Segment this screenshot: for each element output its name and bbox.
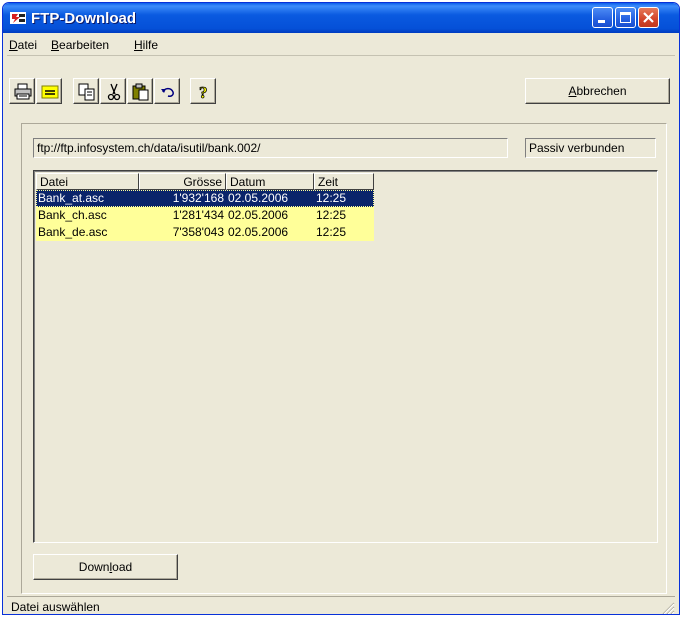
window-title: FTP-Download [31,10,136,27]
copy-button[interactable] [73,78,99,104]
maximize-icon [620,12,631,23]
note-button[interactable] [36,78,62,104]
download-button[interactable]: Download [33,554,178,580]
column-header-zeit[interactable]: Zeit [314,173,374,190]
menu-bar: Datei Bearbeiten Hilfe [7,35,675,56]
cell-file-size: 1'932'168 [172,191,224,205]
print-button[interactable] [9,78,35,104]
svg-text:?: ? [199,83,208,101]
connection-status-field: Passiv verbunden [525,138,656,158]
cell-file-name: Bank_ch.asc [38,208,107,222]
cell-file-name: Bank_de.asc [38,225,108,239]
title-bar[interactable]: FTP-Download [3,3,679,33]
status-text: Datei auswählen [11,600,100,614]
close-icon [643,12,654,23]
minimize-button[interactable] [592,7,613,28]
column-header-datum[interactable]: Datum [226,173,314,190]
column-header-datei[interactable]: Datei [36,173,139,190]
ftp-url-field: ftp://ftp.infosystem.ch/data/isutil/bank… [33,138,508,158]
ftp-download-window: FTP-Download Datei Bearbeiten Hilfe ? Ab… [2,2,680,615]
cell-file-date: 02.05.2006 [228,191,289,205]
table-row[interactable]: Bank_de.asc 7'358'043 02.05.2006 12:25 [36,224,374,241]
copy-icon [78,83,95,101]
undo-icon [161,87,174,97]
menu-hilfe[interactable]: Hilfe [134,38,158,52]
cut-button[interactable] [100,78,126,104]
undo-button[interactable] [154,78,180,104]
paste-icon [132,83,149,101]
scissors-icon [107,83,121,101]
note-icon [41,85,59,99]
maximize-button[interactable] [615,7,636,28]
paste-button[interactable] [127,78,153,104]
cell-file-date: 02.05.2006 [228,208,289,222]
cell-file-size: 1'281'434 [172,208,224,222]
minimize-icon [598,20,605,23]
table-row[interactable]: Bank_at.asc 1'932'168 02.05.2006 12:25 [36,190,374,207]
file-list[interactable]: Datei Grösse Datum Zeit Bank_at.asc 1'93… [33,170,658,543]
cell-file-date: 02.05.2006 [228,225,289,239]
close-button[interactable] [638,7,659,28]
status-bar: Datei auswählen [7,596,675,615]
table-row[interactable]: Bank_ch.asc 1'281'434 02.05.2006 12:25 [36,207,374,224]
cell-file-time: 12:25 [316,191,347,205]
cell-file-size: 7'358'043 [172,225,224,239]
column-header-groesse[interactable]: Grösse [139,173,226,190]
cell-file-time: 12:25 [316,225,347,239]
help-icon: ? [199,83,208,101]
cell-file-name: Bank_at.asc [38,191,105,205]
help-button[interactable]: ? [190,78,216,104]
ftp-app-icon [10,12,26,24]
resize-grip-icon[interactable] [661,601,675,615]
menu-bearbeiten[interactable]: Bearbeiten [51,38,109,52]
printer-icon [14,83,32,100]
menu-datei[interactable]: Datei [9,38,37,52]
cell-file-time: 12:25 [316,208,347,222]
cancel-button[interactable]: Abbrechen [525,78,670,104]
